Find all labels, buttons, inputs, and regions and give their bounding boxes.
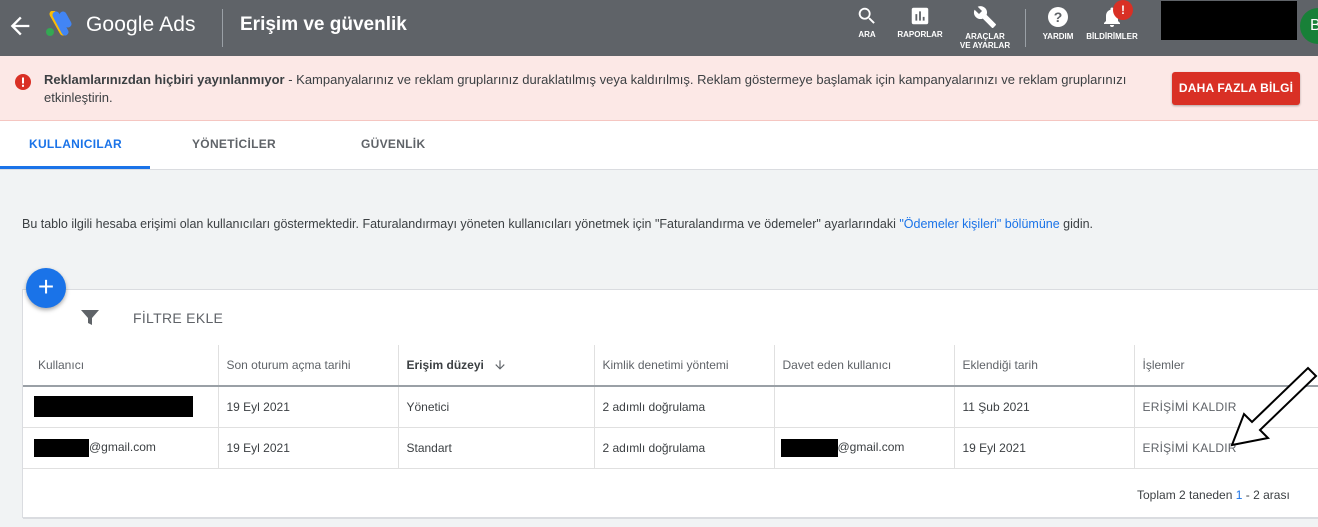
access-level-cell: Standart <box>398 427 595 469</box>
redacted-email <box>34 438 89 457</box>
error-icon <box>15 74 31 90</box>
column-user[interactable]: Kullanıcı <box>23 345 219 387</box>
add-user-button[interactable]: + <box>26 268 66 308</box>
account-redacted[interactable] <box>1161 1 1297 40</box>
brand-name: Google Ads <box>86 13 196 36</box>
active-tab-indicator <box>0 166 150 169</box>
back-arrow-icon[interactable] <box>6 12 34 40</box>
description-end: gidin. <box>1059 217 1094 231</box>
invited-by-cell <box>774 386 955 428</box>
last-login-cell: 19 Eyl 2021 <box>218 386 399 428</box>
redacted-email <box>780 438 838 457</box>
tools-label-line2: VE AYARLAR <box>959 41 1011 50</box>
pagination-summary: Toplam 2 taneden 1 - 2 arası <box>1137 488 1290 502</box>
column-date-added[interactable]: Eklendiği tarih <box>954 345 1135 387</box>
page-description: Bu tablo ilgili hesaba erişimi olan kull… <box>22 217 1093 231</box>
column-auth-method[interactable]: Kimlik denetimi yöntemi <box>594 345 775 387</box>
annotation-arrow-icon <box>1230 366 1318 447</box>
notification-badge: ! <box>1113 0 1133 20</box>
notifications-label: BİLDİRİMLER <box>1086 32 1138 41</box>
tab-users[interactable]: KULLANICILAR <box>29 137 122 151</box>
tools-label-line1: ARAÇLAR <box>965 32 1005 41</box>
card-bottom-edge <box>23 517 1318 519</box>
pagination-end: 2 <box>1253 488 1260 502</box>
table-row: 19 Eyl 2021 Yönetici 2 adımlı doğrulama … <box>23 386 1318 428</box>
table-header-row: Kullanıcı Son oturum açma tarihi Erişim … <box>23 345 1318 387</box>
auth-method-cell: 2 adımlı doğrulama <box>594 427 775 469</box>
help-icon: ? <box>1048 7 1068 27</box>
header-divider <box>1025 9 1026 47</box>
column-last-login[interactable]: Son oturum açma tarihi <box>218 345 399 387</box>
redacted-email <box>34 396 193 418</box>
invited-by-cell: @gmail.com <box>774 427 955 469</box>
tab-managers[interactable]: YÖNETİCİLER <box>192 137 276 151</box>
filter-icon[interactable] <box>80 308 100 328</box>
column-access-level[interactable]: Erişim düzeyi <box>398 345 595 387</box>
user-cell <box>23 386 219 428</box>
search-label: ARA <box>858 30 876 39</box>
pagination-middle: - <box>1242 488 1254 502</box>
column-access-label: Erişim düzeyi <box>406 357 484 372</box>
pagination-suffix: arası <box>1259 488 1290 502</box>
tools-settings-button[interactable]: ARAÇLAR VE AYARLAR <box>958 5 1012 50</box>
warning-banner: Reklamlarınızdan hiçbiri yayınlanmıyor -… <box>0 56 1318 121</box>
avatar[interactable]: B <box>1300 8 1318 44</box>
help-button[interactable]: ? YARDIM <box>1040 5 1076 41</box>
page-title: Erişim ve güvenlik <box>240 14 407 35</box>
last-login-cell: 19 Eyl 2021 <box>218 427 399 469</box>
banner-message: Reklamlarınızdan hiçbiri yayınlanmıyor -… <box>44 71 1144 107</box>
reports-label: RAPORLAR <box>897 30 943 39</box>
user-cell: @gmail.com <box>23 427 219 469</box>
description-text: Bu tablo ilgili hesaba erişimi olan kull… <box>22 217 900 231</box>
inviter-email-domain: @gmail.com <box>837 439 905 454</box>
reports-button[interactable]: RAPORLAR <box>896 5 944 39</box>
tab-bar: KULLANICILAR YÖNETİCİLER GÜVENLİK <box>0 121 1318 170</box>
help-label: YARDIM <box>1042 32 1074 41</box>
auth-method-cell: 2 adımlı doğrulama <box>594 386 775 428</box>
users-table: Kullanıcı Son oturum açma tarihi Erişim … <box>23 345 1318 469</box>
pagination-prefix: Toplam 2 taneden <box>1137 488 1236 502</box>
search-button[interactable]: ARA <box>852 5 882 39</box>
date-added-cell: 19 Eyl 2021 <box>954 427 1135 469</box>
banner-title: Reklamlarınızdan hiçbiri yayınlanmıyor <box>44 72 285 87</box>
date-added-cell: 11 Şub 2021 <box>954 386 1135 428</box>
header-divider <box>222 9 223 47</box>
arrow-down-icon <box>495 360 505 371</box>
wrench-icon <box>973 6 996 28</box>
plus-icon: + <box>37 271 55 302</box>
payments-contacts-link[interactable]: "Ödemeler kişileri" bölümüne <box>899 217 1059 231</box>
svg-text:?: ? <box>1054 9 1063 25</box>
google-ads-logo-icon <box>46 11 72 36</box>
top-app-bar: Google Ads Erişim ve güvenlik ARA RAPORL… <box>0 0 1318 56</box>
search-icon <box>858 7 875 24</box>
bar-chart-icon <box>911 7 929 25</box>
learn-more-button[interactable]: DAHA FAZLA BİLGİ <box>1172 72 1300 105</box>
tab-security[interactable]: GÜVENLİK <box>361 137 425 151</box>
column-invited-by[interactable]: Davet eden kullanıcı <box>774 345 955 387</box>
table-row: @gmail.com 19 Eyl 2021 Standart 2 adımlı… <box>23 427 1318 469</box>
access-level-cell: Yönetici <box>398 386 595 428</box>
add-filter-button[interactable]: FİLTRE EKLE <box>133 310 223 326</box>
user-email-domain: @gmail.com <box>89 439 156 454</box>
